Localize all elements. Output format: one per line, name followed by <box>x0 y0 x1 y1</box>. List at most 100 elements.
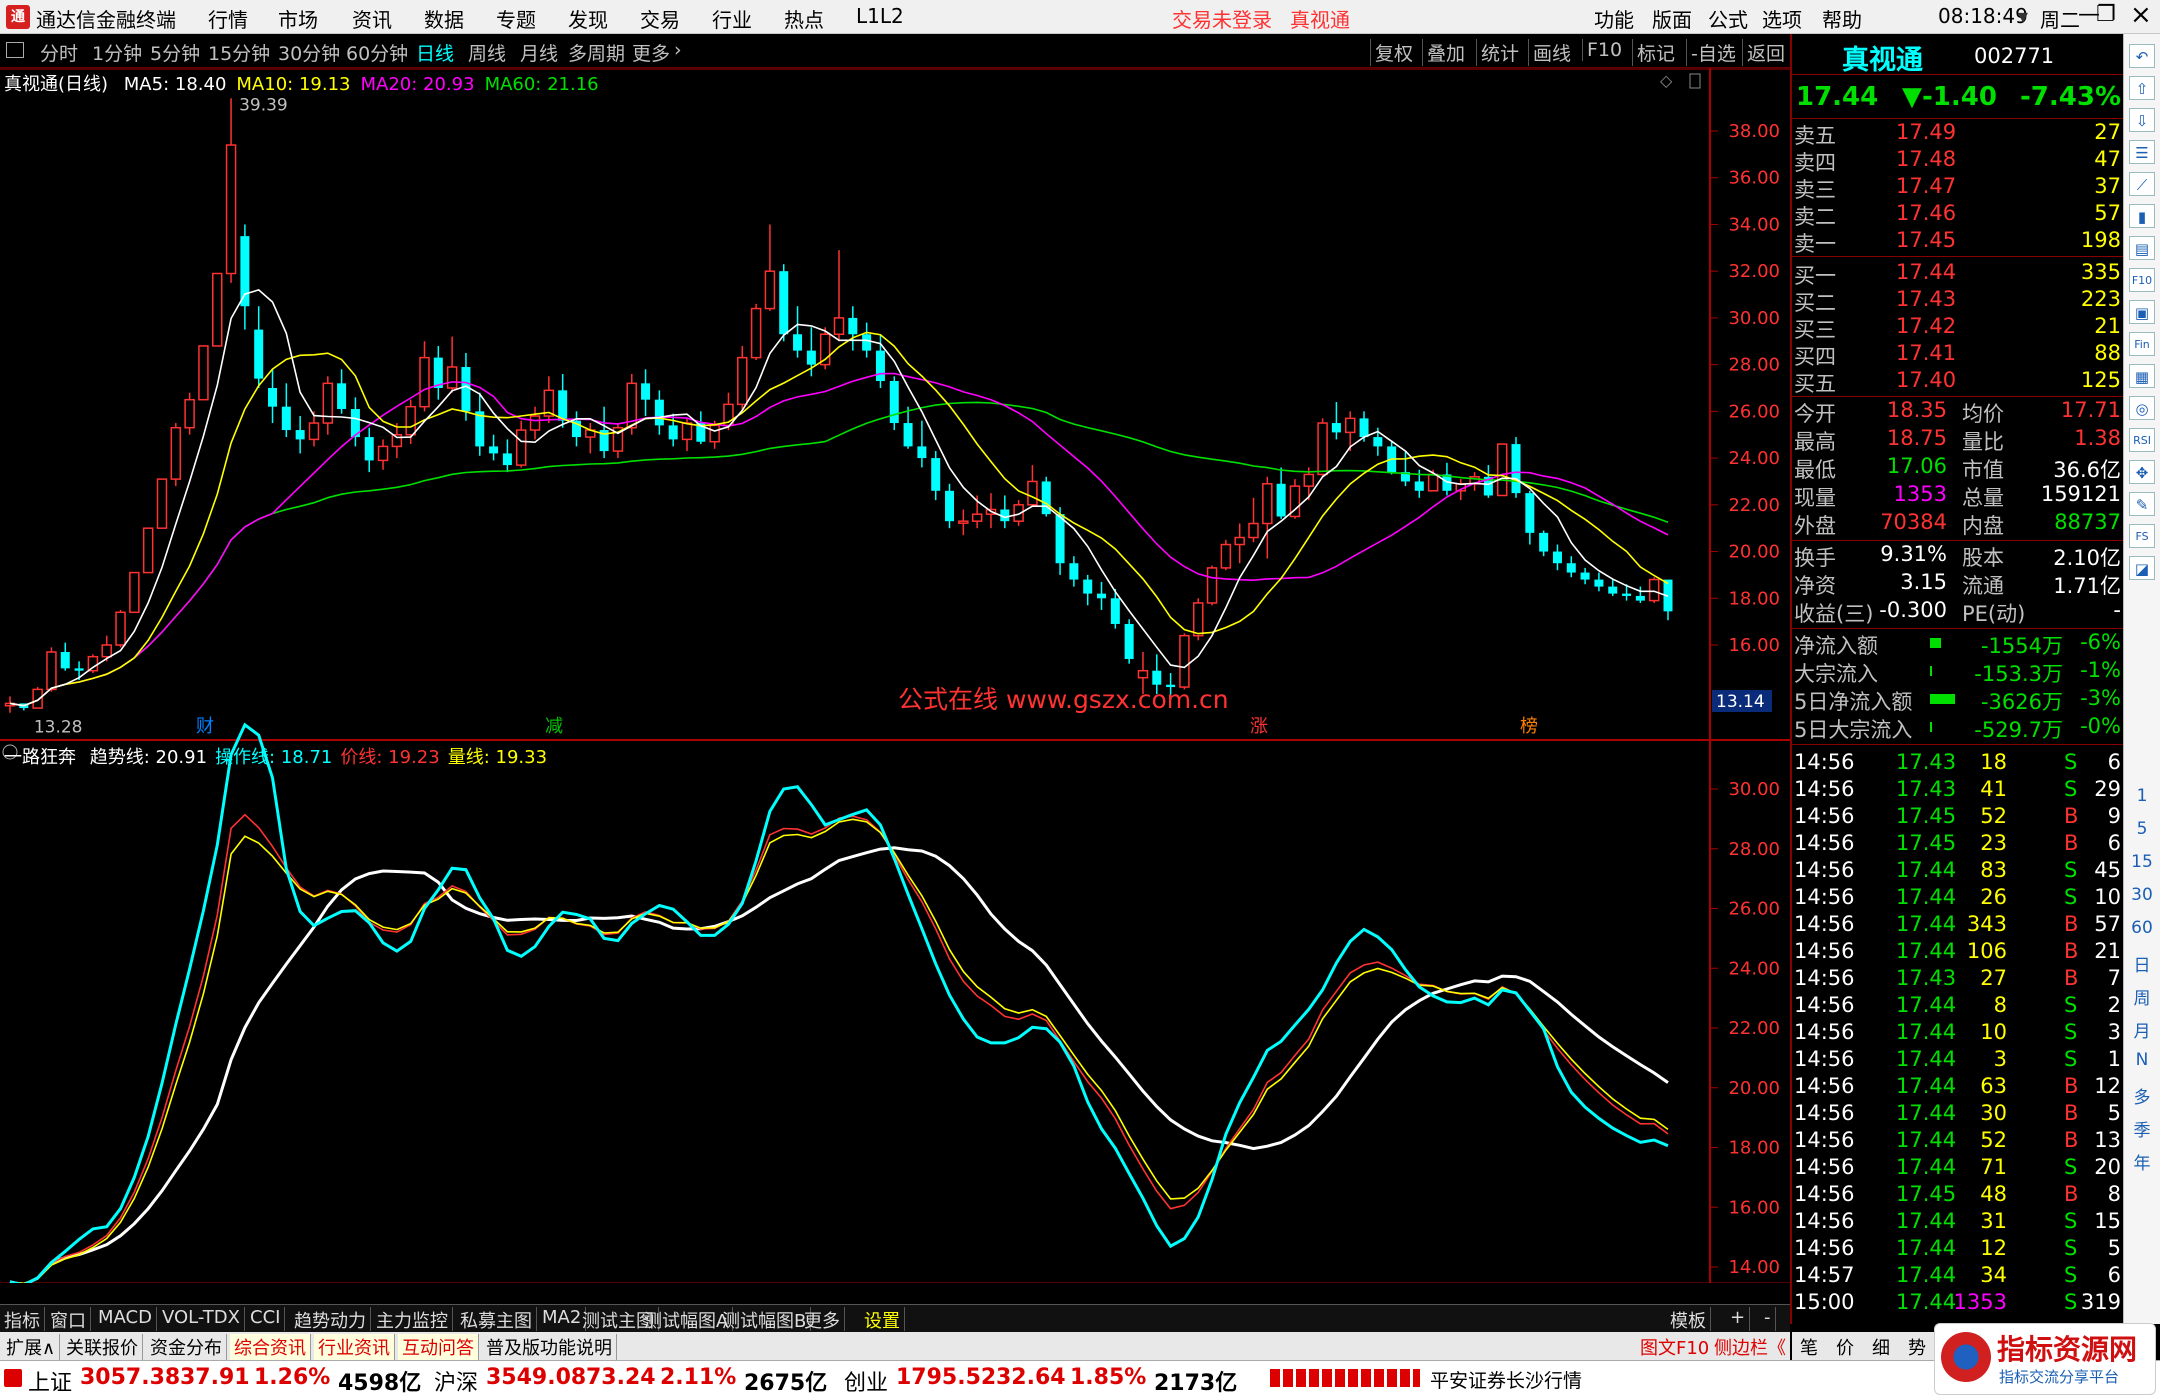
right-menu-1[interactable]: 版面 <box>1652 4 1692 33</box>
return-arrow-icon[interactable]: ↶ <box>2129 44 2155 68</box>
toolbar-action-4[interactable]: F10 <box>1582 39 1622 61</box>
info-tab-1[interactable]: 关联报价 <box>62 1334 143 1360</box>
period-6[interactable]: 日线 <box>416 39 454 66</box>
info-tab-5[interactable]: 互动问答 <box>398 1334 479 1360</box>
indicator-tab-3[interactable]: VOL-TDX <box>158 1307 245 1331</box>
maximize-icon[interactable]: ❐ <box>2096 2 2116 27</box>
indicator-tab-6[interactable]: 主力监控 <box>372 1307 453 1332</box>
side-period-8[interactable]: N <box>2128 1050 2156 1070</box>
toolbar-action-2[interactable]: 统计 <box>1476 39 1519 66</box>
indicator-tab-13[interactable]: 设置 <box>860 1307 905 1332</box>
chart-area[interactable]: 38.00 36.00 34.00 32.00 30.00 28.00 26.00 24.00… <box>0 68 1790 1283</box>
menu-0[interactable]: 行情 <box>208 4 248 33</box>
panel-toggle-icon[interactable] <box>6 42 24 58</box>
window-icon[interactable]: F10 <box>2129 268 2155 292</box>
down-arrow-icon[interactable]: ⇩ <box>2129 108 2155 132</box>
right-menu-3[interactable]: 选项 <box>1762 4 1802 33</box>
event-marker-1[interactable]: 减 <box>545 716 563 737</box>
indicator-tab-2[interactable]: MACD <box>94 1307 157 1331</box>
circle-icon[interactable]: ◎ <box>2129 396 2155 420</box>
tab-right-2[interactable]: - <box>1760 1307 1776 1331</box>
side-period-6[interactable]: 周 <box>2128 984 2156 1009</box>
restore-down-icon[interactable]: ▾ <box>2018 4 2028 28</box>
indicator-tab-11[interactable]: 测试幅图B <box>718 1307 812 1332</box>
info-tab-2[interactable]: 资金分布 <box>146 1334 227 1360</box>
indicator-tab-5[interactable]: 趋势动力 <box>290 1307 371 1332</box>
event-marker-2[interactable]: 涨 <box>1250 716 1268 737</box>
menu-4[interactable]: 专题 <box>496 4 536 33</box>
period-3[interactable]: 15分钟 <box>208 39 270 66</box>
pen-icon[interactable]: ✎ <box>2129 492 2155 516</box>
grid-icon[interactable]: ▦ <box>2129 364 2155 388</box>
trade-login-status[interactable]: 交易未登录 <box>1172 4 1272 33</box>
chart-icon[interactable]: ◪ <box>2129 556 2155 580</box>
menu-7[interactable]: 行业 <box>712 4 752 33</box>
quote-tab-2[interactable]: 细 <box>1872 1334 1890 1360</box>
list-icon[interactable]: ☰ <box>2129 140 2155 164</box>
side-period-9[interactable]: 多 <box>2128 1083 2156 1108</box>
tab-right-1[interactable]: + <box>1726 1307 1751 1331</box>
period-5[interactable]: 60分钟 <box>346 39 408 66</box>
right-menu-2[interactable]: 公式 <box>1708 4 1748 33</box>
info-tab-6[interactable]: 普及版功能说明 <box>482 1334 617 1360</box>
info-tab-0[interactable]: 扩展∧ <box>2 1334 61 1360</box>
index-name[interactable]: 上证 <box>28 1365 72 1395</box>
up-arrow-icon[interactable]: ⇧ <box>2129 76 2155 100</box>
side-period-10[interactable]: 季 <box>2128 1116 2156 1141</box>
info-tab-right-1[interactable]: 侧边栏《 <box>1710 1334 1790 1360</box>
indicator-tab-7[interactable]: 私募主图 <box>456 1307 537 1332</box>
toolbar-action-3[interactable]: 画线 <box>1528 39 1571 66</box>
tab-right-0[interactable]: 模板 <box>1666 1307 1711 1332</box>
quote-tab-0[interactable]: 笔 <box>1800 1334 1818 1360</box>
fin-icon[interactable]: ▣ <box>2129 300 2155 324</box>
index-name[interactable]: 创业 <box>844 1365 888 1395</box>
side-period-3[interactable]: 30 <box>2128 885 2156 905</box>
menu-8[interactable]: 热点 <box>784 4 824 33</box>
fs-icon[interactable]: FS <box>2129 524 2155 548</box>
info-tab-right-0[interactable]: 图文F10 <box>1636 1334 1713 1360</box>
diamond-icon[interactable]: ◇ <box>1660 71 1673 90</box>
event-marker-3[interactable]: 榜 <box>1520 716 1538 737</box>
right-menu-4[interactable]: 帮助 <box>1822 4 1862 33</box>
right-menu-0[interactable]: 功能 <box>1594 4 1634 33</box>
period-4[interactable]: 30分钟 <box>278 39 340 66</box>
indicator-tab-0[interactable]: 指标 <box>0 1307 45 1332</box>
side-period-2[interactable]: 15 <box>2128 852 2156 872</box>
period-7[interactable]: 周线 <box>468 39 506 66</box>
line-chart-icon[interactable]: ⟋ <box>2129 172 2155 196</box>
menu-1[interactable]: 市场 <box>278 4 318 33</box>
side-period-4[interactable]: 60 <box>2128 918 2156 938</box>
period-2[interactable]: 5分钟 <box>150 39 200 66</box>
rsi-icon[interactable]: RSI <box>2129 428 2155 452</box>
period-9[interactable]: 多周期 <box>568 39 625 66</box>
move-icon[interactable]: ✥ <box>2129 460 2155 484</box>
indicator-tab-1[interactable]: 窗口 <box>46 1307 91 1332</box>
f10-icon[interactable]: ▤ <box>2129 236 2155 260</box>
side-period-0[interactable]: 1 <box>2128 786 2156 806</box>
period-8[interactable]: 月线 <box>520 39 558 66</box>
vol-icon[interactable]: Fin <box>2129 332 2155 356</box>
indicator-tab-4[interactable]: CCI <box>246 1307 286 1331</box>
period-10[interactable]: 更多 <box>632 39 670 66</box>
bar-chart-icon[interactable]: ▮ <box>2129 204 2155 228</box>
menu-6[interactable]: 交易 <box>640 4 680 33</box>
menu-3[interactable]: 数据 <box>424 4 464 33</box>
period-0[interactable]: 分时 <box>40 39 78 66</box>
menu-9[interactable]: L1L2 <box>856 4 904 28</box>
period-1[interactable]: 1分钟 <box>92 39 142 66</box>
toolbar-action-1[interactable]: 叠加 <box>1422 39 1465 66</box>
side-period-5[interactable]: 日 <box>2128 951 2156 976</box>
event-marker-0[interactable]: 财 <box>196 716 214 737</box>
side-period-7[interactable]: 月 <box>2128 1017 2156 1042</box>
quote-tab-1[interactable]: 价 <box>1836 1334 1854 1360</box>
more-chevron-icon[interactable]: › <box>674 39 682 61</box>
quote-tab-3[interactable]: 势 <box>1908 1334 1926 1360</box>
toolbar-action-5[interactable]: 标记 <box>1632 39 1675 66</box>
indicator-tab-12[interactable]: 更多 <box>800 1307 845 1332</box>
toolbar-action-6[interactable]: -自选 <box>1686 39 1736 66</box>
close-icon[interactable]: × <box>2130 0 2152 30</box>
side-period-11[interactable]: 年 <box>2128 1149 2156 1174</box>
info-tab-3[interactable]: 综合资讯 <box>230 1334 311 1360</box>
toolbar-action-7[interactable]: 返回 <box>1742 39 1785 66</box>
index-name[interactable]: 沪深 <box>434 1365 478 1395</box>
